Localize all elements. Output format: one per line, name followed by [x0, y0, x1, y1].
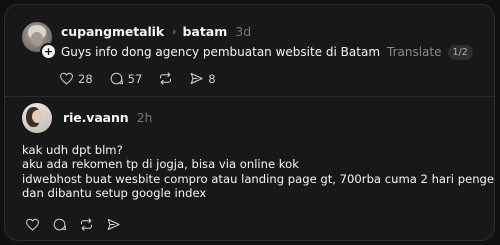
thread-card: + cupangmetalik › batam 3d Guys info don…	[4, 4, 495, 241]
post-username[interactable]: cupangmetalik	[61, 24, 164, 40]
like-button[interactable]: 28	[59, 71, 93, 86]
post-body: Guys info dong agency pembuatan website …	[61, 44, 473, 60]
chevron-right-icon: ›	[172, 25, 177, 38]
repost-icon	[160, 72, 172, 85]
share-button[interactable]: 8	[189, 71, 216, 86]
comment-count: 57	[127, 71, 143, 86]
reply-line: idwebhost buat wesbite compro atau landi…	[22, 171, 495, 186]
post-header: cupangmetalik › batam 3d	[61, 24, 251, 40]
comment-icon	[53, 218, 66, 231]
reply-line: aku ada rekomen tp di jogja, bisa via on…	[22, 157, 299, 172]
reply-body: kak udh dpt blm? aku ada rekomen tp di j…	[22, 143, 495, 201]
post-text: Guys info dong agency pembuatan website …	[61, 45, 381, 59]
post-actions: 28 57 8	[59, 71, 232, 86]
reply-actions	[25, 217, 133, 232]
heart-icon	[60, 72, 73, 85]
reply-username[interactable]: rie.vaann	[63, 110, 129, 126]
reply-author-avatar[interactable]	[22, 103, 52, 133]
heart-icon	[26, 218, 39, 231]
reply-time: 2h	[136, 110, 153, 125]
translate-link[interactable]: Translate	[387, 44, 442, 60]
post-topic[interactable]: batam	[182, 24, 227, 40]
like-count: 28	[78, 71, 93, 86]
share-icon	[107, 219, 120, 230]
comment-icon	[110, 72, 123, 85]
post-time: 3d	[235, 24, 252, 39]
follow-plus-icon[interactable]: +	[40, 43, 57, 60]
reply-like-button[interactable]	[25, 217, 40, 232]
repost-button[interactable]	[158, 71, 173, 86]
page-indicator[interactable]: 1/2	[447, 44, 473, 60]
reply-line: dan dibantu setup google index	[22, 186, 207, 201]
repost-icon	[81, 218, 92, 231]
comment-button[interactable]: 57	[109, 71, 143, 86]
reply-line: kak udh dpt blm?	[22, 143, 123, 157]
share-icon	[190, 73, 203, 84]
share-count: 8	[208, 71, 216, 86]
reply-share-button[interactable]	[106, 217, 121, 232]
reply-repost-button[interactable]	[79, 217, 94, 232]
divider	[5, 96, 494, 97]
reply-header: rie.vaann 2h	[63, 110, 152, 126]
reply-comment-button[interactable]	[52, 217, 67, 232]
